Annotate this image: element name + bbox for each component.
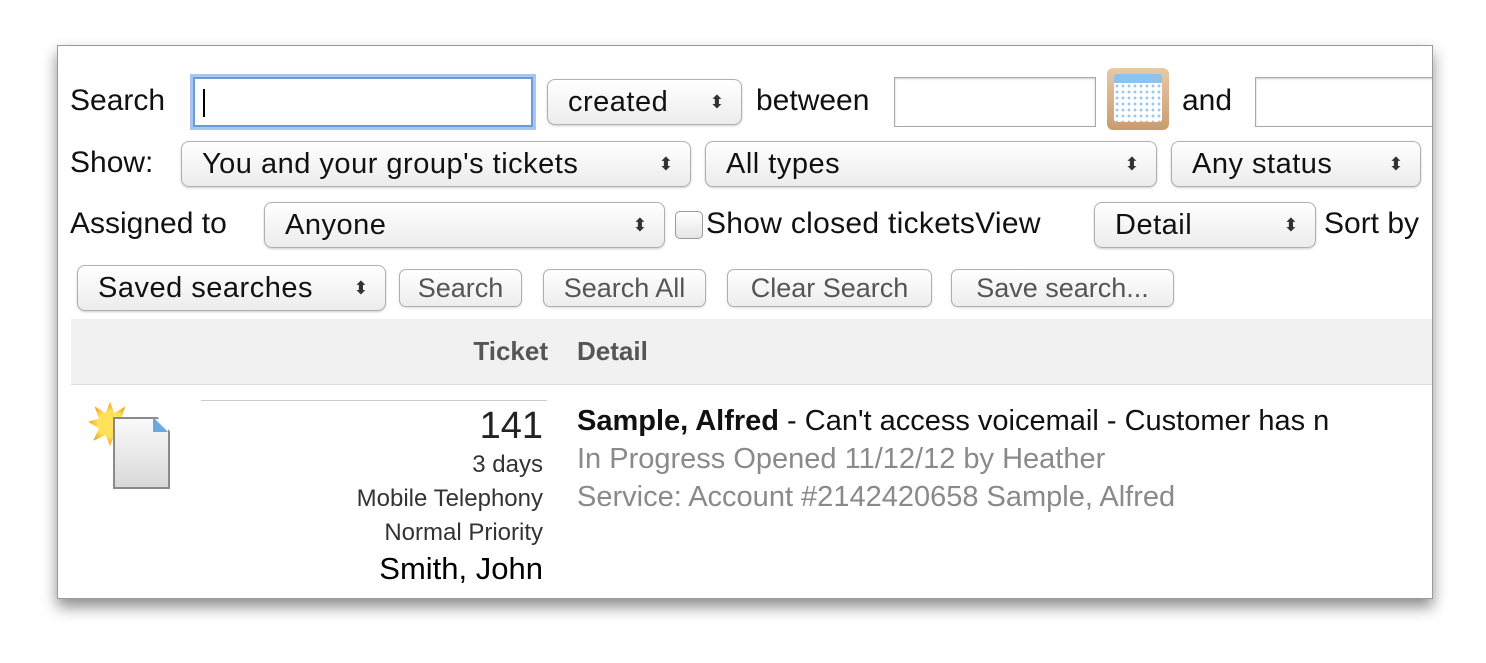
select-arrows-icon: ⬍ [1283, 215, 1299, 235]
date-field-select[interactable]: created ⬍ [547, 79, 742, 125]
ticket-detail-cell: Sample, Alfred - Can't access voicemail … [577, 402, 1329, 516]
column-header-detail[interactable]: Detail [577, 319, 648, 384]
to-date-input[interactable] [1255, 77, 1432, 127]
ticket-scope-value: You and your group's tickets [202, 148, 579, 180]
show-label: Show: [70, 146, 154, 179]
ticket-scope-select[interactable]: You and your group's tickets ⬍ [181, 141, 691, 187]
show-closed-text: Show closed tickets [706, 207, 976, 240]
select-arrows-icon: ⬍ [632, 215, 648, 235]
ticket-search-window: Search created ⬍ between and Show: You an… [57, 45, 1433, 599]
between-label: between [756, 84, 870, 117]
search-label: Search [70, 84, 166, 117]
status-value: Any status [1192, 148, 1333, 180]
ticket-title-line[interactable]: Sample, Alfred - Can't access voicemail … [577, 402, 1329, 440]
row-divider [201, 400, 547, 401]
select-arrows-icon: ⬍ [709, 92, 725, 112]
calendar-icon [1114, 74, 1162, 122]
table-header: Ticket Detail [71, 319, 1432, 385]
status-select[interactable]: Any status ⬍ [1171, 141, 1421, 187]
column-header-ticket[interactable]: Ticket [473, 319, 548, 384]
ticket-category: Mobile Telephony [356, 485, 543, 512]
assigned-to-select[interactable]: Anyone ⬍ [264, 202, 665, 248]
calendar-button[interactable] [1107, 68, 1169, 130]
search-all-button[interactable]: Search All [543, 269, 706, 307]
assigned-to-label: Assigned to [70, 207, 227, 240]
ticket-age: 3 days [472, 451, 543, 478]
customer-name: Sample, Alfred [577, 405, 779, 437]
search-button[interactable]: Search [399, 269, 522, 307]
ticket-number[interactable]: 141 [357, 404, 543, 448]
view-select[interactable]: Detail ⬍ [1094, 202, 1316, 248]
new-ticket-icon [88, 402, 170, 489]
ticket-status-line: In Progress Opened 11/12/12 by Heather [577, 443, 1106, 475]
ticket-assignee: Smith, John [379, 551, 543, 586]
sort-by-label: Sort by [1324, 207, 1420, 240]
ticket-summary-cell: 141 3 days Mobile Telephony Normal Prior… [357, 404, 543, 588]
select-arrows-icon: ⬍ [353, 278, 369, 298]
show-closed-checkbox[interactable] [675, 211, 703, 239]
view-label: View [975, 207, 1041, 240]
saved-searches-value: Saved searches [98, 272, 313, 304]
ticket-type-value: All types [726, 148, 841, 180]
and-label: and [1182, 84, 1233, 117]
ticket-subject: - Can't access voicemail - Customer has … [778, 405, 1330, 437]
ticket-priority: Normal Priority [384, 519, 543, 546]
assigned-to-value: Anyone [285, 209, 387, 241]
search-input[interactable] [193, 77, 533, 127]
ticket-type-select[interactable]: All types ⬍ [705, 141, 1157, 187]
select-arrows-icon: ⬍ [658, 154, 674, 174]
from-date-input[interactable] [894, 77, 1096, 127]
date-field-value: created [568, 86, 669, 118]
save-search-button[interactable]: Save search... [951, 269, 1174, 307]
select-arrows-icon: ⬍ [1388, 154, 1404, 174]
ticket-service-line: Service: Account #2142420658 Sample, Alf… [577, 481, 1176, 513]
select-arrows-icon: ⬍ [1124, 154, 1140, 174]
clear-search-button[interactable]: Clear Search [727, 269, 932, 307]
text-caret [203, 89, 205, 117]
show-closed-label: Show closed ticketsView [706, 206, 1041, 242]
view-value: Detail [1115, 209, 1193, 241]
saved-searches-select[interactable]: Saved searches ⬍ [77, 265, 386, 311]
